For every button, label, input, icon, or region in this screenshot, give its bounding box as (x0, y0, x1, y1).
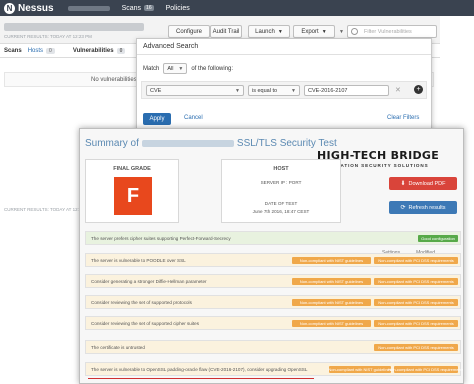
chevron-down-icon: ▼ (235, 87, 240, 94)
cancel-link[interactable]: Cancel (184, 115, 203, 121)
nist-badge: Non-compliant with NIST guidelines (292, 257, 371, 264)
grade-badge: F (114, 177, 152, 215)
export-button[interactable]: Export ▼ (293, 25, 335, 38)
nav-scans-badge: 16 (144, 5, 154, 11)
finding-text: The certificate is untrusted (91, 344, 145, 350)
red-underline-annotation (88, 378, 314, 379)
final-grade-label: FINAL GRADE (113, 166, 151, 172)
tab-hosts-label: Hosts (27, 47, 44, 54)
filter-rule-row: CVE ▼ is equal to ▼ CVE-2016-2107 ✕ + (141, 81, 427, 99)
good-config-badge: Good configuration (418, 235, 458, 242)
field-select[interactable]: CVE ▼ (146, 85, 244, 96)
value-input[interactable]: CVE-2016-2107 (304, 85, 389, 96)
configure-button[interactable]: Configure (168, 25, 210, 38)
vuln-count: 0 (116, 47, 126, 54)
operator-value: is equal to (252, 87, 278, 94)
finding-row: The server prefers cipher suites support… (85, 231, 461, 245)
finding-row: Consider reviewing the set of supported … (85, 316, 461, 330)
hosts-count: 0 (46, 47, 55, 54)
finding-text: The server prefers cipher suites support… (91, 235, 231, 241)
pci-badge: Non-compliant with PCI DSS requirements (374, 344, 458, 351)
host-label: HOST (273, 166, 289, 172)
scan-subtitle: CURRENT RESULTS: TODAY AT 12:23 PM (4, 34, 92, 39)
finding-text: Consider reviewing the set of supported … (91, 320, 200, 326)
match-label: Match (143, 65, 160, 72)
finding-row: The certificate is untrusted Non-complia… (85, 340, 461, 354)
filter-vulnerabilities-input[interactable]: Filter Vulnerabilities (347, 25, 437, 38)
chevron-down-icon: ▼ (277, 28, 283, 35)
match-row: Match All ▼ of the following: (143, 63, 233, 74)
nav-scans-label: Scans (121, 4, 142, 12)
clear-filters-link[interactable]: Clear Filters (387, 115, 419, 121)
value-text: CVE-2016-2107 (308, 87, 348, 94)
final-grade-card: FINAL GRADE F (85, 159, 179, 223)
download-icon: ⬇ (400, 181, 406, 187)
advanced-search-title: Advanced Search (137, 39, 431, 55)
refresh-icon: ⟳ (400, 205, 406, 211)
advanced-search-panel: Advanced Search Match All ▼ of the follow… (136, 38, 432, 130)
download-pdf-label: Download PDF (408, 180, 446, 187)
finding-text: The server is vulnerable to POODLE over … (91, 257, 186, 263)
launch-label: Launch (255, 28, 275, 35)
finding-row: Consider generating a stronger Diffie-He… (85, 274, 461, 288)
finding-text: The server is vulnerable to OpenSSL padd… (91, 366, 308, 372)
filter-dropdown-icon[interactable]: ▼ (339, 29, 344, 35)
nav-policies[interactable]: Policies (166, 5, 190, 12)
blurred-scan-title (4, 23, 144, 31)
blurred-hostname (141, 140, 234, 147)
nist-badge: Non-compliant with NIST guidelines (328, 366, 392, 373)
download-pdf-button[interactable]: ⬇ Download PDF (389, 177, 457, 190)
refresh-results-button[interactable]: ⟳ Refresh results (389, 201, 457, 214)
tab-scans[interactable]: Scans (4, 48, 22, 54)
finding-row: The server is vulnerable to OpenSSL padd… (85, 362, 464, 376)
finding-row: The server is vulnerable to POODLE over … (85, 253, 461, 267)
match-suffix: of the following: (191, 65, 234, 72)
tab-vulnerabilities[interactable]: Vulnerabilities 0 (72, 47, 126, 54)
filter-placeholder: Filter Vulnerabilities (364, 28, 412, 35)
finding-row: Consider reviewing the set of supported … (85, 295, 461, 309)
nessus-logo[interactable]: N Nessus (4, 2, 54, 14)
report-title: Summary of SSL/TLS Security Test (85, 138, 337, 149)
refresh-label: Refresh results (408, 204, 446, 211)
host-card: HOST SERVER IP : PORT DATE OF TEST June … (221, 159, 341, 223)
remove-rule-icon[interactable]: ✕ (395, 86, 401, 94)
pci-badge: Non-compliant with PCI DSS requirements (374, 278, 458, 285)
nist-badge: Non-compliant with NIST guidelines (292, 278, 371, 285)
chevron-down-icon: ▼ (178, 65, 184, 72)
tab-vulnerabilities-label: Vulnerabilities (72, 47, 114, 54)
report-title-prefix: Summary of (85, 138, 139, 149)
search-icon (351, 28, 358, 35)
pci-badge: Non-compliant with PCI DSS requirements (374, 299, 458, 306)
finding-text: Consider reviewing the set of supported … (91, 299, 192, 305)
audit-trail-button[interactable]: Audit Trail (210, 25, 242, 38)
nessus-logo-icon: N (4, 2, 15, 14)
date-value: June 7th 2016, 18:47 CEST (252, 209, 310, 214)
pci-badge: Non-compliant with PCI DSS requirements (374, 320, 458, 327)
ssl-report-window: Summary of SSL/TLS Security Test Setting… (79, 128, 464, 384)
report-title-suffix: SSL/TLS Security Test (236, 138, 337, 149)
pci-badge: Non-compliant with PCI DSS requirements (374, 257, 458, 264)
chevron-down-icon: ▼ (321, 28, 327, 35)
top-nav-bar: N Nessus Scans 16 Policies (0, 0, 474, 16)
nav-scans[interactable]: Scans 16 (122, 5, 154, 12)
date-label: DATE OF TEST (264, 201, 298, 206)
chevron-down-icon: ▼ (291, 87, 296, 94)
add-rule-icon[interactable]: + (414, 85, 423, 94)
match-value: All (167, 65, 174, 72)
launch-button[interactable]: Launch ▼ (248, 25, 290, 38)
nist-badge: Non-compliant with NIST guidelines (292, 299, 371, 306)
apply-button[interactable]: Apply (143, 113, 171, 125)
match-select[interactable]: All ▼ (163, 63, 188, 74)
nist-badge: Non-compliant with NIST guidelines (292, 320, 371, 327)
field-value: CVE (150, 87, 162, 94)
finding-text: Consider generating a stronger Diffie-He… (91, 278, 207, 284)
pci-badge: Non-compliant with PCI DSS requirements (388, 366, 464, 373)
tab-hosts[interactable]: Hosts 0 (27, 47, 55, 54)
operator-select[interactable]: is equal to ▼ (248, 85, 300, 96)
app-title: Nessus (18, 2, 54, 14)
export-label: Export (301, 28, 319, 35)
server-ip: SERVER IP : PORT (260, 180, 302, 185)
blurred-hostname (67, 5, 110, 11)
